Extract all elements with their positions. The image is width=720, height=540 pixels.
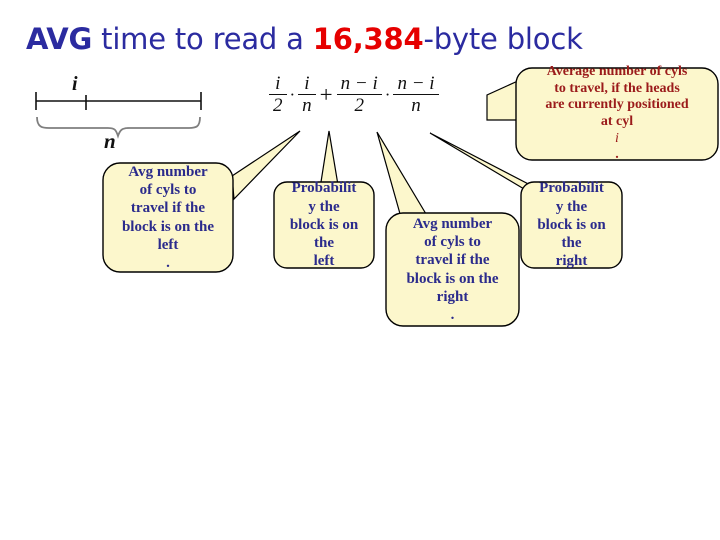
callout-prefix: the [561,235,582,252]
callout-keyword: left [157,236,179,253]
callout-average-heads-text: Average number of cyls to travel, if the… [516,64,718,162]
callout-line: block is on [289,216,359,233]
callout-period: . [166,255,170,272]
callout-line: block is on [537,216,606,233]
callout-prob-left-text: Probabilit y the block is on the left [274,180,374,271]
callout-line-emphasis: the left [314,234,335,271]
callout-line: of cyls to [424,233,481,250]
callout-tail-prob-left [320,130,339,186]
callout-keyword: left [313,253,335,270]
callout-line: Probabilit [539,180,604,197]
callout-line: block is on the [406,270,499,287]
callout-line-emphasis: right. [437,288,469,325]
callout-line: y the [308,198,340,215]
callout-avg-left[interactable]: Avg number of cyls to travel if the bloc… [103,163,233,272]
callout-line: travel if the [415,252,490,269]
callout-prefix: at cyl [600,114,634,129]
callout-avg-left-text: Avg number of cyls to travel if the bloc… [103,163,233,272]
callout-keyword: right [436,288,469,305]
callout-prob-left[interactable]: Probabilit y the block is on the left [274,180,374,271]
callout-line-emphasis: at cyl i. [601,114,633,164]
callout-avg-right-text: Avg number of cyls to travel if the bloc… [386,213,519,326]
callout-line: are currently positioned [545,97,689,113]
callout-average-heads[interactable]: Average number of cyls to travel, if the… [516,64,718,162]
slide-canvas: AVG time to read a 16,384-byte block i n… [0,0,720,540]
callout-line: Avg number [412,215,493,232]
callout-line: y the [555,198,588,215]
callout-prob-right-text: Probabilit y the block is on the right [521,180,622,271]
callout-line: to travel, if the heads [554,80,680,96]
callout-line: Probabilit [291,180,357,197]
callout-line: of cyls to [139,181,197,198]
callout-line-emphasis: the right [556,234,588,271]
callout-avg-right[interactable]: Avg number of cyls to travel if the bloc… [386,213,519,326]
callout-line-emphasis: left. [158,236,179,273]
callout-prob-right[interactable]: Probabilit y the block is on the right [521,180,622,271]
callout-line: travel if the [130,200,206,217]
callout-line: block is on the [121,218,215,235]
callout-period: . [450,307,455,324]
callout-line: Avg number [128,163,208,180]
callout-prefix: the [313,235,334,252]
callout-variable-i: i [615,130,619,146]
callout-keyword: right [555,253,588,270]
